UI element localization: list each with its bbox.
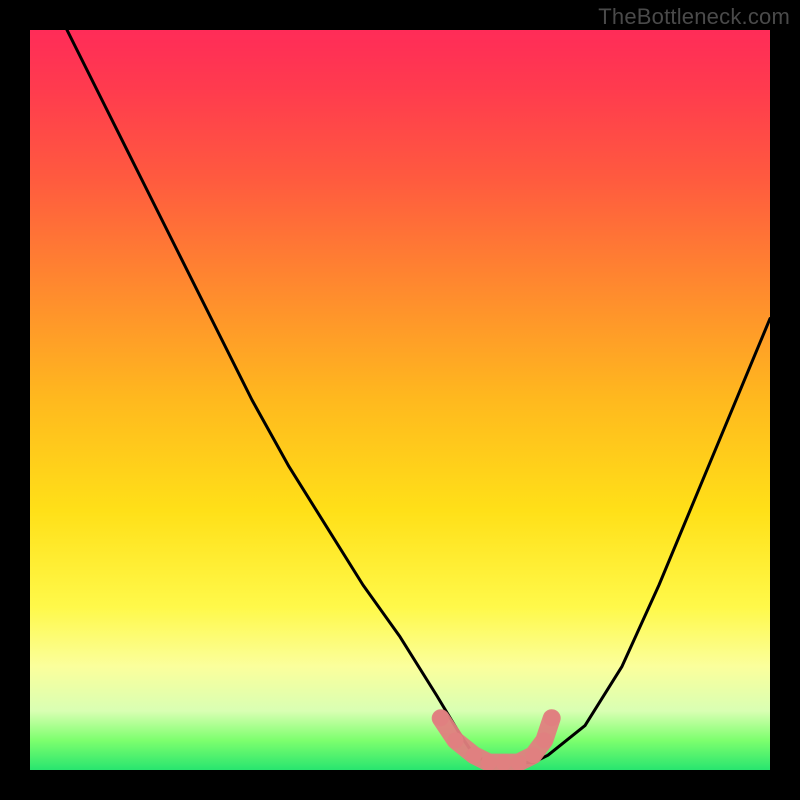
optimal-region-dot: [448, 732, 464, 748]
plot-area: [30, 30, 770, 770]
bottleneck-chart: [30, 30, 770, 770]
optimal-region-dot: [544, 710, 560, 726]
optimal-region-dot: [466, 747, 482, 763]
chart-frame: TheBottleneck.com: [0, 0, 800, 800]
optimal-region-dot: [496, 755, 512, 770]
optimal-region-dot: [510, 755, 526, 770]
optimal-region-dot: [536, 732, 552, 748]
bottleneck-curve: [67, 30, 770, 763]
optimal-region-dot: [481, 755, 497, 770]
optimal-region-dot: [525, 747, 541, 763]
optimal-region-dot: [433, 710, 449, 726]
watermark-text: TheBottleneck.com: [598, 4, 790, 30]
